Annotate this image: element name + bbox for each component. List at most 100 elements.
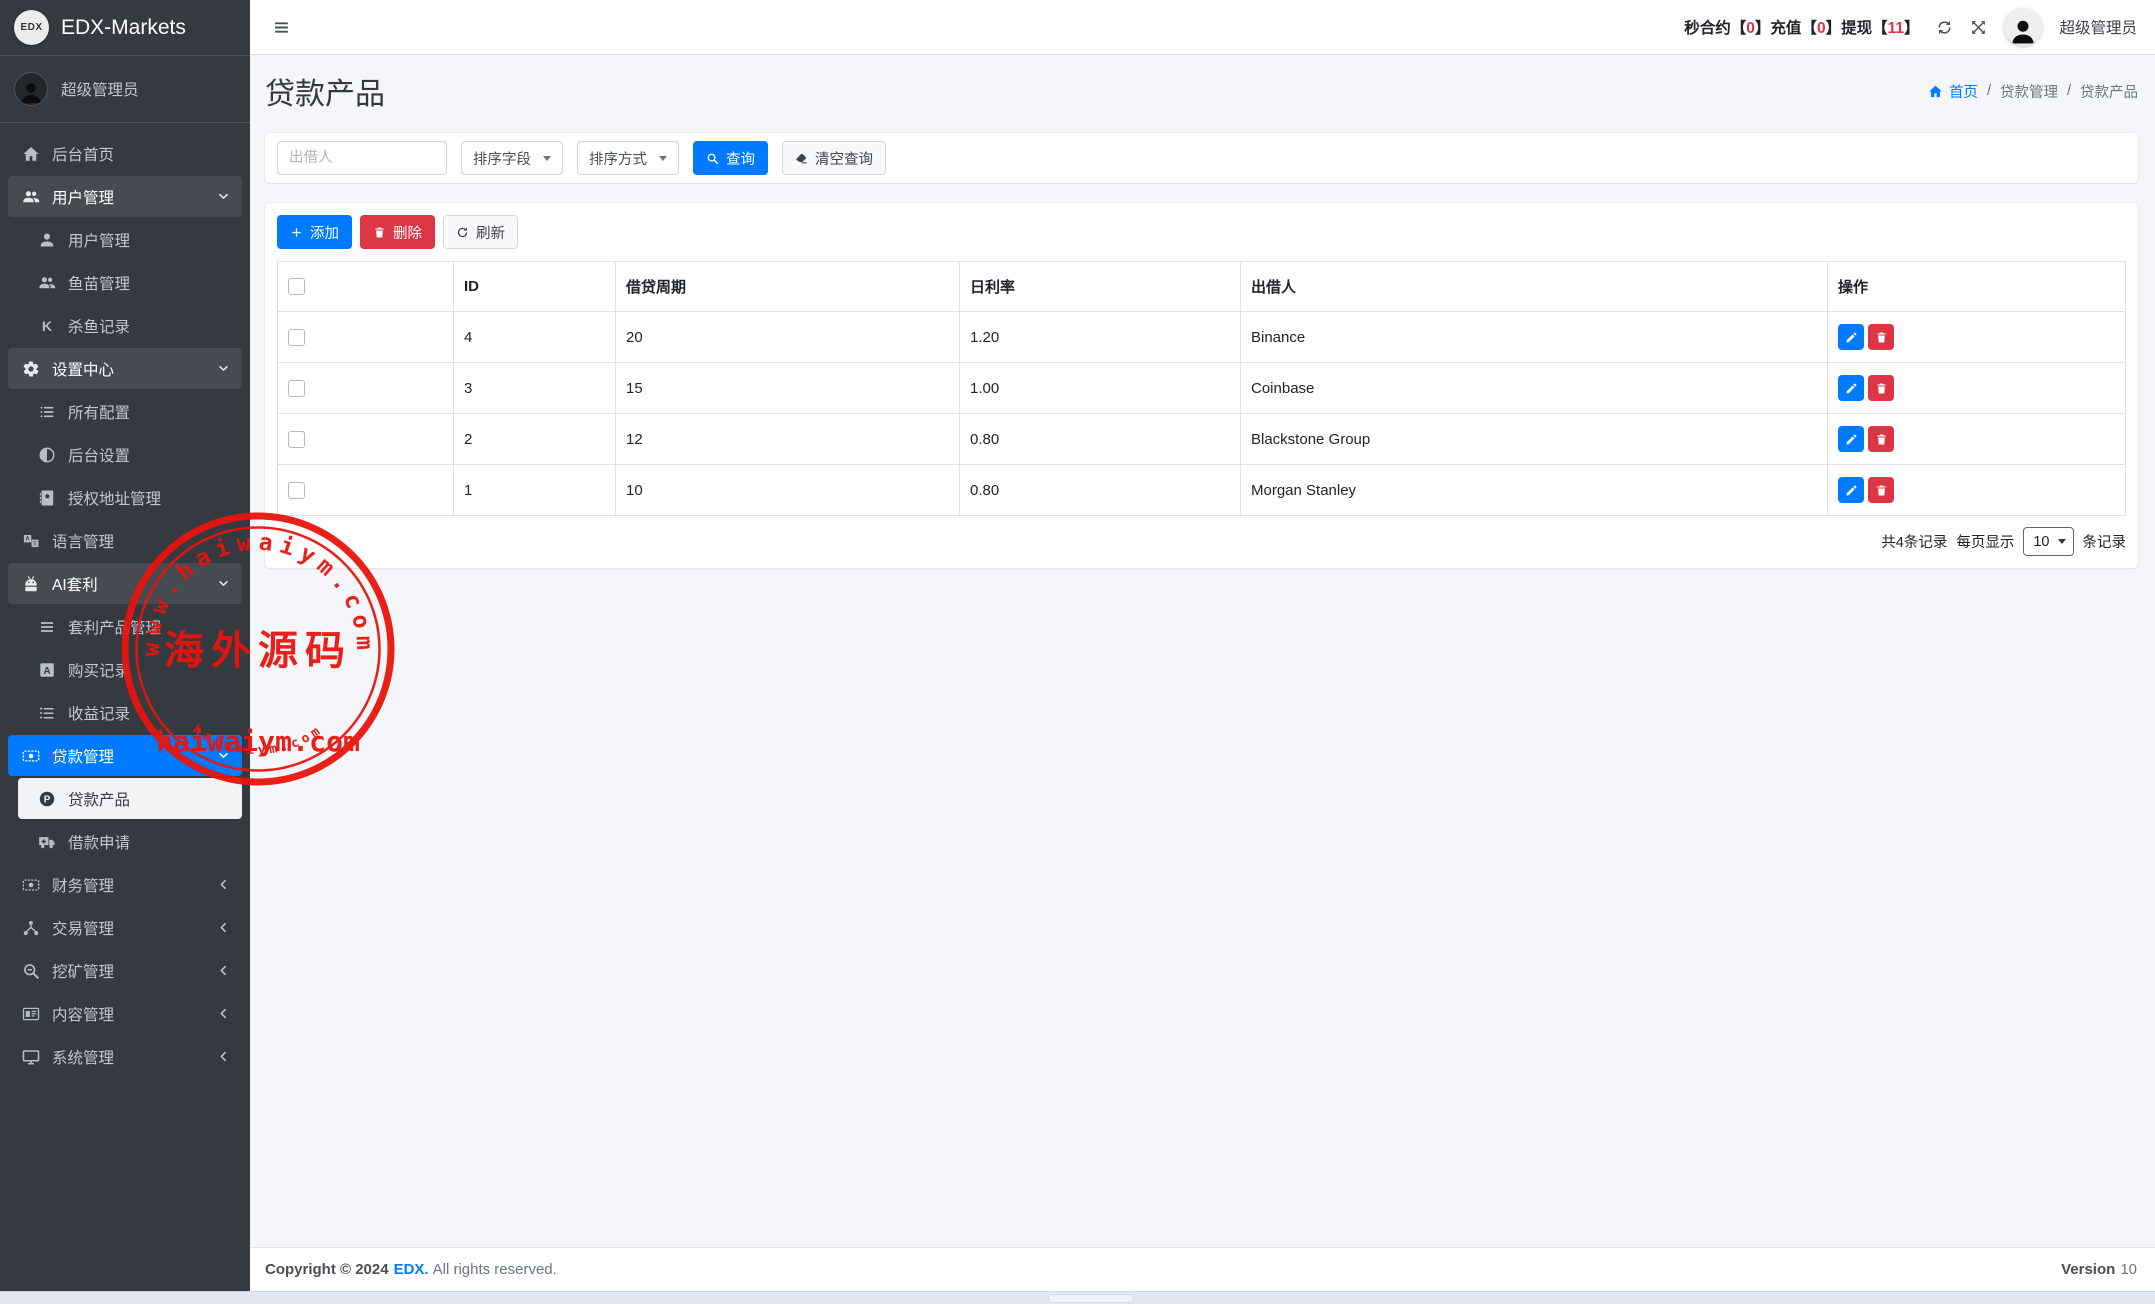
edit-button[interactable]	[1838, 477, 1864, 503]
delete-row-button[interactable]	[1868, 426, 1894, 452]
sidebar-item-loan-management[interactable]: 贷款管理	[8, 735, 242, 776]
search-button[interactable]: 查询	[693, 141, 768, 175]
sidebar-item-profit-records[interactable]: 收益记录	[8, 692, 242, 733]
table-header-row: ID 借贷周期 日利率 出借人 操作	[278, 262, 2126, 312]
user-name: 超级管理员	[61, 78, 139, 100]
cell-id: 2	[454, 414, 616, 465]
table-toolbar: 添加 删除 刷新	[277, 213, 2126, 249]
add-button[interactable]: 添加	[277, 215, 352, 249]
list-icon	[38, 403, 56, 421]
delete-button[interactable]: 删除	[360, 215, 435, 249]
sidebar-item-finance-management[interactable]: 财务管理	[8, 864, 242, 905]
clear-search-button[interactable]: 清空查询	[782, 141, 886, 175]
delete-row-button[interactable]	[1868, 375, 1894, 401]
sidebar-item-arbitrage-products[interactable]: 套利产品管理	[8, 606, 242, 647]
cell-id: 3	[454, 363, 616, 414]
brand-name: EDX-Markets	[61, 16, 186, 40]
menu-toggle-icon[interactable]	[272, 18, 291, 37]
sidebar-item-fry-management[interactable]: 鱼苗管理	[8, 262, 242, 303]
chevron-left-icon	[217, 1050, 230, 1063]
sidebar-item-content-management[interactable]: 内容管理	[8, 993, 242, 1034]
refresh-button[interactable]: 刷新	[443, 215, 518, 249]
sidebar-item-settings-center[interactable]: 设置中心	[8, 348, 242, 389]
cell-period: 10	[616, 465, 960, 516]
footer-brand-link[interactable]: EDX.	[394, 1261, 429, 1278]
breadcrumb-home-link[interactable]: 首页	[1928, 81, 1978, 102]
delete-row-button[interactable]	[1868, 477, 1894, 503]
edit-button[interactable]	[1838, 324, 1864, 350]
content-area: 贷款产品 首页 / 贷款管理 / 贷款产品 排序字段 排序方式	[250, 55, 2155, 1291]
sidebar-item-loan-applications[interactable]: 借款申请	[8, 821, 242, 862]
user-panel[interactable]: 超级管理员	[0, 56, 250, 123]
per-page-suffix: 条记录	[2083, 531, 2127, 552]
address-book-icon	[38, 489, 56, 507]
cell-id: 4	[454, 312, 616, 363]
p-circle-icon: P	[38, 790, 56, 808]
sidebar-item-user-admin[interactable]: 用户管理	[8, 219, 242, 260]
table-row: 4 20 1.20 Binance	[278, 312, 2126, 363]
chevron-left-icon	[217, 921, 230, 934]
edit-button[interactable]	[1838, 426, 1864, 452]
trash-icon	[1875, 433, 1888, 446]
sidebar-item-backend-settings[interactable]: 后台设置	[8, 434, 242, 475]
refresh-icon[interactable]	[1936, 19, 1953, 36]
sidebar-item-kill-records[interactable]: K杀鱼记录	[8, 305, 242, 346]
language-icon: A文	[22, 532, 40, 550]
cell-rate: 1.00	[960, 363, 1241, 414]
col-header-rate: 日利率	[960, 262, 1241, 312]
avatar	[14, 72, 48, 106]
user-icon	[38, 231, 56, 249]
per-page-label: 每页显示	[1956, 531, 2014, 552]
cell-period: 15	[616, 363, 960, 414]
sidebar-item-language[interactable]: A文语言管理	[8, 520, 242, 561]
avatar[interactable]	[2004, 8, 2042, 46]
sidebar-item-all-config[interactable]: 所有配置	[8, 391, 242, 432]
table-row: 2 12 0.80 Blackstone Group	[278, 414, 2126, 465]
chevron-down-icon	[217, 190, 230, 203]
col-header-id: ID	[454, 262, 616, 312]
chevron-left-icon	[217, 1007, 230, 1020]
version-value: 10	[2120, 1261, 2137, 1278]
fullscreen-icon[interactable]	[1970, 19, 1987, 36]
sidebar-item-dashboard[interactable]: 后台首页	[8, 133, 242, 174]
row-checkbox[interactable]	[288, 380, 305, 397]
row-checkbox[interactable]	[288, 482, 305, 499]
filter-bar: 排序字段 排序方式 查询 清空查询	[265, 133, 2138, 183]
edit-button[interactable]	[1838, 375, 1864, 401]
sidebar-item-auth-address[interactable]: 授权地址管理	[8, 477, 242, 518]
sidebar-item-trade-management[interactable]: 交易管理	[8, 907, 242, 948]
per-page-select[interactable]: 10	[2023, 527, 2073, 556]
sidebar-item-loan-products[interactable]: P贷款产品	[18, 778, 242, 819]
lender-search-input[interactable]	[277, 141, 447, 175]
robot-icon	[22, 575, 40, 593]
topbar-username: 超级管理员	[2059, 16, 2137, 38]
sidebar-item-purchase-records[interactable]: A购买记录	[8, 649, 242, 690]
sidebar-item-system-management[interactable]: 系统管理	[8, 1036, 242, 1077]
row-checkbox[interactable]	[288, 431, 305, 448]
sidebar-item-user-management[interactable]: 用户管理	[8, 176, 242, 217]
table-row: 1 10 0.80 Morgan Stanley	[278, 465, 2126, 516]
search-minus-icon	[22, 962, 40, 980]
sort-field-select[interactable]: 排序字段	[461, 141, 563, 175]
select-all-checkbox[interactable]	[288, 278, 305, 295]
users-icon	[22, 188, 40, 206]
stat-deposit-count: 0	[1817, 20, 1826, 37]
sort-order-select[interactable]: 排序方式	[577, 141, 679, 175]
col-header-actions: 操作	[1828, 262, 2126, 312]
brand[interactable]: EDX EDX-Markets	[0, 0, 250, 56]
scrollbar-thumb[interactable]	[1048, 1294, 1134, 1303]
desktop-icon	[22, 1048, 40, 1066]
notification-stats[interactable]: 秒合约【0】充值【0】提现【11】	[1684, 16, 1919, 38]
chevron-left-icon	[217, 878, 230, 891]
cell-id: 1	[454, 465, 616, 516]
col-header-lender: 出借人	[1241, 262, 1828, 312]
row-checkbox[interactable]	[288, 329, 305, 346]
sidebar-item-ai-arbitrage[interactable]: AI套利	[8, 563, 242, 604]
col-header-period: 借贷周期	[616, 262, 960, 312]
delete-row-button[interactable]	[1868, 324, 1894, 350]
trash-icon	[1875, 331, 1888, 344]
pagination-bar: 共4条记录 每页显示 10 条记录	[277, 527, 2126, 556]
money-icon	[22, 747, 40, 765]
sidebar-item-mining-management[interactable]: 挖矿管理	[8, 950, 242, 991]
trash-icon	[1875, 382, 1888, 395]
